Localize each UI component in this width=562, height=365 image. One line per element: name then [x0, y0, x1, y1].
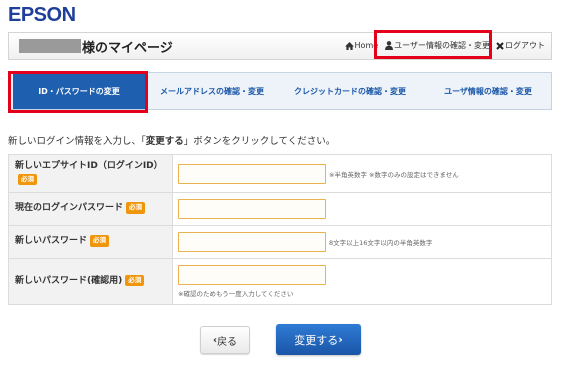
- new-id-label: 新しいエプサイトID（ログインID）必須: [8, 154, 173, 193]
- instruction-emphasis: 変更する: [145, 136, 184, 147]
- tab-credit-card[interactable]: クレジットカードの確認・変更: [285, 73, 415, 109]
- submit-button[interactable]: 変更する ›: [276, 324, 361, 355]
- tab-id-password[interactable]: ID・パスワードの変更: [13, 73, 145, 109]
- user-info-link-label: ユーザー情報の確認・変更: [394, 41, 490, 50]
- back-button-label: 戻る: [217, 336, 238, 348]
- required-badge: 必須: [90, 235, 110, 247]
- new-password-note: 8文字以上16文字以内の半角英数字: [329, 239, 433, 248]
- current-password-input[interactable]: [178, 199, 326, 220]
- masked-user-name: [19, 39, 81, 53]
- tab-user-info[interactable]: ユーザ情報の確認・変更: [427, 73, 549, 109]
- user-info-link[interactable]: ユーザー情報の確認・変更: [385, 40, 490, 51]
- epson-logo[interactable]: EPSON: [8, 4, 76, 27]
- required-badge: 必須: [125, 274, 145, 287]
- new-password-input[interactable]: [178, 232, 326, 253]
- current-password-label: 現在のログインパスワード 必須: [8, 192, 173, 226]
- required-badge: 必須: [126, 202, 146, 214]
- chevron-right-icon: ›: [338, 333, 343, 346]
- home-icon: [344, 41, 354, 50]
- form-row-new-password: 新しいパスワード 必須 8文字以上16文字以内の半角英数字: [8, 225, 552, 259]
- user-icon: [385, 41, 394, 50]
- header-links: Home ユーザー情報の確認・変更 ログアウト: [344, 40, 545, 51]
- close-icon: [496, 41, 504, 50]
- back-button[interactable]: ‹ 戻る: [200, 326, 250, 354]
- new-password-label: 新しいパスワード 必須: [8, 225, 173, 259]
- confirm-password-input[interactable]: [178, 265, 326, 286]
- confirm-password-label: 新しいパスワード(確認用) 必須: [8, 258, 173, 305]
- new-id-input[interactable]: [178, 163, 326, 184]
- mypage-header: 様のマイページ Home ユーザー情報の確認・変更 ログアウト: [8, 32, 552, 60]
- confirm-password-note: ※確認のためもう一度入力してください: [178, 290, 294, 299]
- submit-button-label: 変更する: [294, 333, 339, 347]
- tab-email[interactable]: メールアドレスの確認・変更: [151, 73, 273, 109]
- instruction-text: 新しいログイン情報を入力し、「変更する」ボタンをクリックしてください。: [8, 136, 336, 147]
- logout-link-label: ログアウト: [505, 41, 545, 50]
- form-row-confirm-password: 新しいパスワード(確認用) 必須 ※確認のためもう一度入力してください: [8, 258, 552, 305]
- new-id-note: ※半角英数字 ※数字のみの設定はできません: [329, 170, 459, 179]
- login-change-form: 新しいエプサイトID（ログインID）必須 ※半角英数字 ※数字のみの設定はできま…: [8, 154, 552, 305]
- required-badge: 必須: [18, 173, 37, 185]
- home-link[interactable]: Home: [344, 41, 379, 50]
- form-row-new-id: 新しいエプサイトID（ログインID）必須 ※半角英数字 ※数字のみの設定はできま…: [8, 154, 552, 193]
- form-row-current-password: 現在のログインパスワード 必須: [8, 192, 552, 226]
- page-title: 様のマイページ: [82, 41, 173, 56]
- tab-bar: ID・パスワードの変更 メールアドレスの確認・変更 クレジットカードの確認・変更…: [8, 72, 552, 110]
- home-link-label: Home: [354, 41, 379, 50]
- logout-link[interactable]: ログアウト: [496, 40, 545, 51]
